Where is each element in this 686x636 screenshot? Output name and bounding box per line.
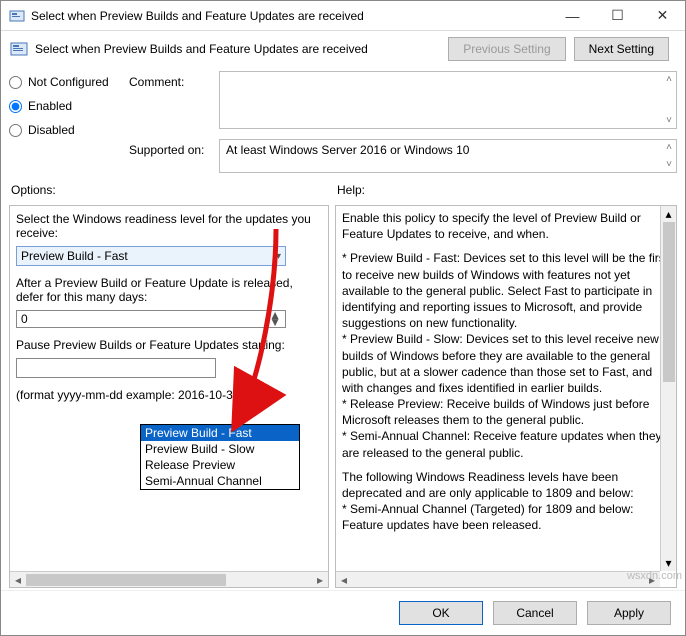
window-title: Select when Preview Builds and Feature U… [31,9,550,23]
next-setting-button[interactable]: Next Setting [574,37,669,61]
close-button[interactable]: ✕ [640,1,685,31]
spin-down-icon[interactable]: ▼ [269,319,281,326]
defer-value: 0 [21,312,28,326]
defer-days-spinner[interactable]: 0 ▲▼ [16,310,286,328]
apply-button[interactable]: Apply [587,601,671,625]
help-title: Help: [337,183,365,197]
ok-button[interactable]: OK [399,601,483,625]
options-pane: Select the Windows readiness level for t… [9,205,329,588]
minimize-button[interactable]: — [550,1,595,31]
format-hint: (format yyyy-mm-dd example: 2016-10-30) [16,388,322,402]
help-vertical-scrollbar[interactable]: ▴ ▾ [660,206,676,571]
scroll-up-icon[interactable]: ▴ [665,206,671,222]
supported-on-box: At least Windows Server 2016 or Windows … [219,139,677,173]
scrollbar-thumb[interactable] [26,574,226,586]
cancel-button[interactable]: Cancel [493,601,577,625]
comment-textarea[interactable]: ˄ ˅ [219,71,677,129]
dropdown-item[interactable]: Preview Build - Slow [141,441,299,457]
subheader-title: Select when Preview Builds and Feature U… [35,42,448,56]
help-horizontal-scrollbar: ◂ ▸ [336,571,660,587]
radio-enabled[interactable]: Enabled [9,99,129,113]
dropdown-item[interactable]: Release Preview [141,457,299,473]
readiness-combobox[interactable]: Preview Build - Fast ▾ [16,246,286,266]
readiness-value: Preview Build - Fast [21,249,128,263]
radio-label: Enabled [28,99,72,113]
radio-disabled[interactable]: Disabled [9,123,129,137]
dropdown-item[interactable]: Semi-Annual Channel [141,473,299,489]
readiness-dropdown-list[interactable]: Preview Build - Fast Preview Build - Slo… [140,424,300,490]
scroll-down-icon[interactable]: ▾ [665,555,671,571]
options-horizontal-scrollbar[interactable]: ◂ ▸ [10,571,328,587]
previous-setting-button: Previous Setting [448,37,565,61]
scroll-down-icon: ˅ [666,115,672,126]
pause-label: Pause Preview Builds or Feature Updates … [16,338,322,352]
dropdown-item[interactable]: Preview Build - Fast [141,425,299,441]
scrollbar-thumb[interactable] [663,222,675,382]
help-paragraph: Enable this policy to specify the level … [342,210,670,242]
comment-label: Comment: [129,71,213,89]
options-title: Options: [11,183,337,197]
watermark: wsxdn.com [627,570,682,582]
scroll-down-icon: ˅ [666,159,672,170]
dialog-footer: OK Cancel Apply [1,590,685,635]
help-paragraph: * Preview Build - Fast: Devices set to t… [342,250,670,331]
help-paragraph: * Release Preview: Receive builds of Win… [342,396,670,428]
help-paragraph: * Semi-Annual Channel: Receive feature u… [342,428,670,460]
help-pane: Enable this policy to specify the level … [335,205,677,588]
app-icon [9,8,25,24]
readiness-label: Select the Windows readiness level for t… [16,212,322,240]
scroll-up-icon: ˄ [666,142,672,153]
policy-icon [9,39,29,59]
maximize-button[interactable]: ☐ [595,1,640,31]
supported-on-value: At least Windows Server 2016 or Windows … [226,143,469,157]
titlebar: Select when Preview Builds and Feature U… [1,1,685,31]
radio-not-configured[interactable]: Not Configured [9,75,129,89]
scroll-up-icon: ˄ [666,74,672,85]
radio-label: Not Configured [28,75,109,89]
help-paragraph: * Semi-Annual Channel (Targeted) for 180… [342,501,670,533]
scroll-right-icon[interactable]: ▸ [312,573,328,587]
defer-label: After a Preview Build or Feature Update … [16,276,322,304]
scroll-left-icon[interactable]: ◂ [10,573,26,587]
scroll-left-icon: ◂ [336,573,352,587]
pause-date-input[interactable] [16,358,216,378]
subheader: Select when Preview Builds and Feature U… [1,31,685,67]
chevron-down-icon: ▾ [276,251,281,262]
help-paragraph: The following Windows Readiness levels h… [342,469,670,501]
help-paragraph: * Preview Build - Slow: Devices set to t… [342,331,670,396]
supported-label: Supported on: [129,139,213,157]
radio-label: Disabled [28,123,75,137]
